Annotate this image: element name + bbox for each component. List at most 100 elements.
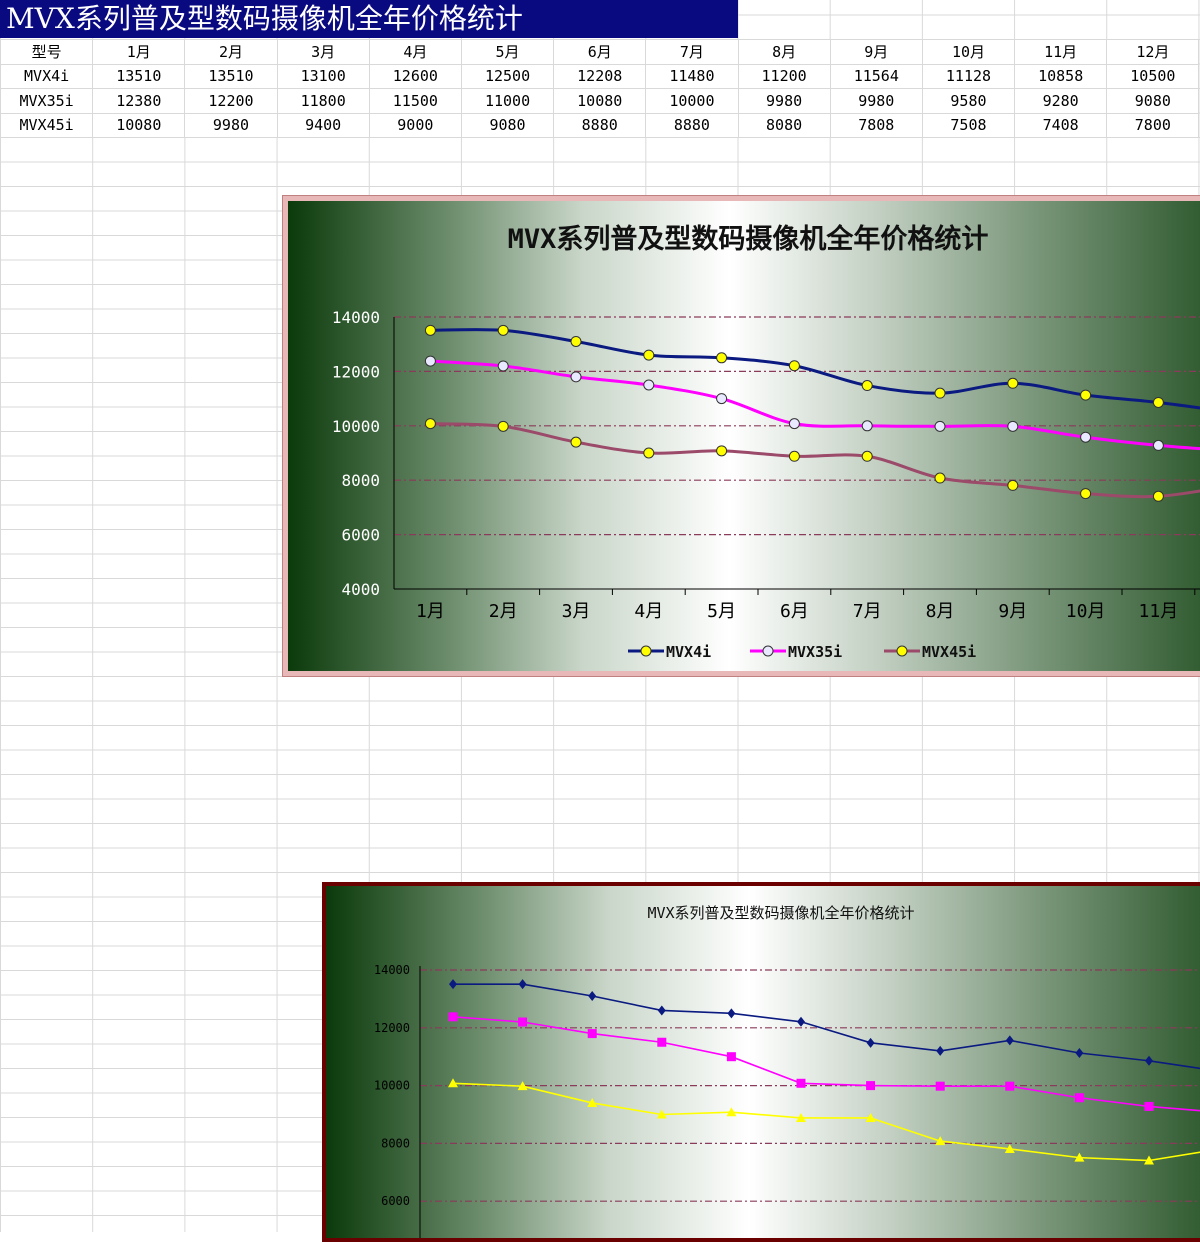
chart2-data-point <box>657 1037 667 1047</box>
price-cell[interactable]: 12380 <box>92 88 186 114</box>
chart1-ytick-label: 10000 <box>332 417 380 436</box>
chart2-data-point <box>587 1029 597 1039</box>
chart1-ytick-label: 12000 <box>332 362 380 381</box>
chart1-data-point <box>497 360 509 372</box>
price-cell[interactable]: 13100 <box>276 63 370 89</box>
price-cell[interactable]: 13510 <box>92 63 186 89</box>
price-cell[interactable]: 10858 <box>1014 63 1108 89</box>
price-cell[interactable]: 9580 <box>921 88 1016 114</box>
price-cell[interactable]: 10000 <box>645 88 739 114</box>
header-cell[interactable]: 9月 <box>829 39 923 65</box>
chart1-xtick-label: 9月 <box>998 601 1027 622</box>
model-cell[interactable]: MVX4i <box>0 63 94 89</box>
chart2-data-point <box>935 1081 945 1091</box>
chart1-title: MVX系列普及型数码摄像机全年价格统计 <box>508 223 989 255</box>
chart2-ytick-label: 12000 <box>374 1021 410 1035</box>
chart2-data-point <box>449 979 457 990</box>
chart2-data-point <box>1144 1101 1154 1111</box>
price-cell[interactable]: 11128 <box>921 63 1016 89</box>
price-cell[interactable]: 11000 <box>460 88 555 114</box>
header-cell[interactable]: 5月 <box>460 39 555 65</box>
chart2-data-point <box>727 1008 736 1019</box>
chart2-data-point <box>726 1052 736 1062</box>
header-cell[interactable]: 6月 <box>553 39 647 65</box>
chart1-data-point <box>1152 490 1164 502</box>
chart2-data-point <box>866 1037 875 1048</box>
header-cell[interactable]: 1月 <box>92 39 186 65</box>
chart2-data-point <box>518 1017 528 1027</box>
table-row: MVX35i 12380 12200 11800 11500 11000 10080 1000… <box>0 88 1200 114</box>
price-cell[interactable]: 10080 <box>92 112 186 138</box>
price-cell[interactable]: 11480 <box>645 63 739 89</box>
price-cell[interactable]: 7808 <box>829 112 923 138</box>
chart1-xtick-label: 6月 <box>780 601 809 622</box>
price-line-chart-smooth[interactable]: MVX系列普及型数码摄像机全年价格统计 14000 12000 10000 8000 60… <box>282 195 1200 677</box>
chart2-series-line <box>452 1016 1200 1112</box>
chart2-ytick-label: 8000 <box>381 1136 410 1150</box>
header-cell[interactable]: 3月 <box>276 39 370 65</box>
price-cell[interactable]: 9080 <box>1106 88 1200 114</box>
price-cell[interactable]: 12600 <box>368 63 462 89</box>
header-cell[interactable]: 7月 <box>645 39 739 65</box>
price-cell[interactable]: 12208 <box>553 63 647 89</box>
sheet-title-cell[interactable]: MVX系列普及型数码摄像机全年价格统计 <box>0 0 738 38</box>
chart2-data-point <box>796 1078 806 1088</box>
chart1-data-point <box>643 379 655 391</box>
chart2-ytick-label: 14000 <box>374 963 410 977</box>
chart1-data-point <box>643 349 655 361</box>
header-cell[interactable]: 12月 <box>1106 39 1200 65</box>
chart2-data-point <box>1145 1055 1153 1066</box>
chart1-data-point <box>716 352 728 364</box>
price-cell[interactable]: 9980 <box>737 88 831 114</box>
chart1-data-point <box>1007 377 1019 389</box>
header-cell[interactable]: 10月 <box>921 39 1016 65</box>
model-cell[interactable]: MVX45i <box>0 112 94 138</box>
price-cell[interactable]: 7800 <box>1106 112 1200 138</box>
price-cell[interactable]: 11500 <box>368 88 462 114</box>
model-cell[interactable]: MVX35i <box>0 88 94 114</box>
price-line-chart-plain[interactable]: MVX系列普及型数码摄像机全年价格统计 14000 12000 10000 8000 60… <box>322 882 1200 1242</box>
price-cell[interactable]: 7508 <box>921 112 1016 138</box>
price-cell[interactable]: 9400 <box>276 112 370 138</box>
header-cell[interactable]: 2月 <box>184 39 278 65</box>
chart1-data-point <box>788 418 800 430</box>
chart1-data-point <box>1152 396 1164 408</box>
chart1-data-point <box>788 360 800 372</box>
price-cell[interactable]: 12200 <box>184 88 278 114</box>
chart1-legend-marker <box>896 645 908 657</box>
chart1-data-point <box>934 387 946 399</box>
price-cell[interactable]: 10080 <box>553 88 647 114</box>
price-cell[interactable]: 13510 <box>184 63 278 89</box>
chart2-data-point <box>1074 1093 1084 1103</box>
header-cell[interactable]: 型号 <box>0 39 94 65</box>
chart2-data-point <box>588 991 597 1002</box>
price-cell[interactable]: 9000 <box>368 112 462 138</box>
price-cell[interactable]: 8080 <box>737 112 831 138</box>
chart2-data-point <box>1005 1081 1015 1091</box>
price-cell[interactable]: 10500 <box>1106 63 1200 89</box>
price-cell[interactable]: 9280 <box>1014 88 1108 114</box>
chart1-legend-label: MVX35i <box>788 643 842 661</box>
price-cell[interactable]: 11800 <box>276 88 370 114</box>
price-cell[interactable]: 9980 <box>184 112 278 138</box>
chart1-data-point <box>1080 431 1092 443</box>
price-cell[interactable]: 8880 <box>645 112 739 138</box>
price-cell[interactable]: 9080 <box>460 112 555 138</box>
chart1-data-point <box>424 418 436 430</box>
chart1-data-point <box>716 445 728 457</box>
chart1-data-point <box>1007 479 1019 491</box>
chart2-series-line <box>452 1082 1200 1162</box>
price-cell[interactable]: 11564 <box>829 63 923 89</box>
header-cell[interactable]: 4月 <box>368 39 462 65</box>
price-cell[interactable]: 7408 <box>1014 112 1108 138</box>
header-cell[interactable]: 8月 <box>737 39 831 65</box>
price-cell[interactable]: 12500 <box>460 63 555 89</box>
price-cell[interactable]: 8880 <box>553 112 647 138</box>
chart1-data-point <box>1080 488 1092 500</box>
chart1-data-point <box>934 420 946 432</box>
price-table: 型号 1月 2月 3月 4月 5月 6月 7月 8月 9月 10月 11月 12月 MVX4i 13510 1… <box>0 39 1200 138</box>
price-cell[interactable]: 9980 <box>829 88 923 114</box>
price-cell[interactable]: 11200 <box>737 63 831 89</box>
chart1-xtick-label: 5月 <box>707 601 736 622</box>
header-cell[interactable]: 11月 <box>1014 39 1108 65</box>
